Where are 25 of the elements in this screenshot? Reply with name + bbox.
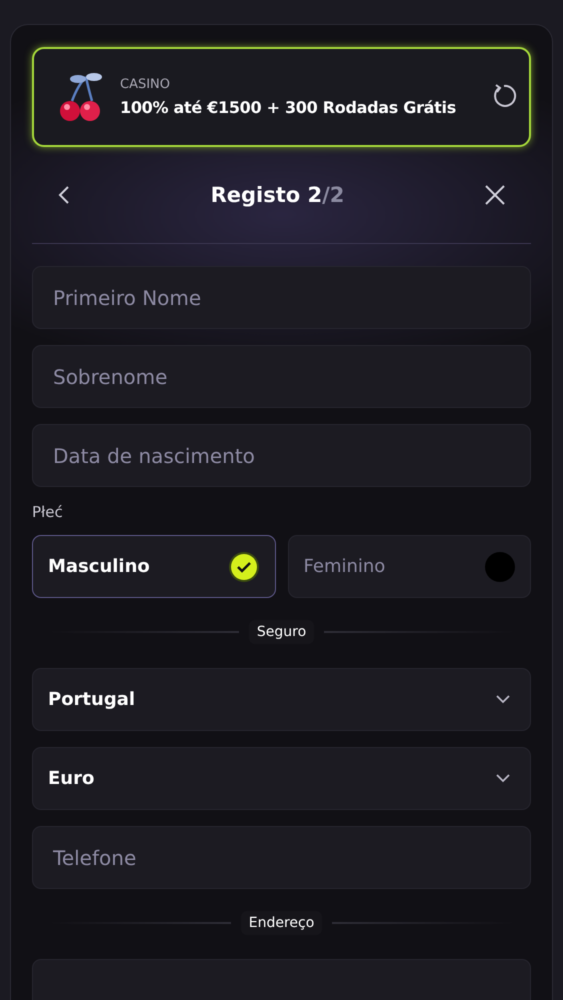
promo-offer: 100% até €1500 + 300 Rodadas Grátis — [120, 98, 457, 117]
radio-icon — [485, 552, 515, 582]
input-field[interactable]: Telefone — [32, 826, 531, 889]
refresh-icon[interactable] — [491, 83, 517, 109]
input-field[interactable]: Data de nascimento — [32, 424, 531, 487]
close-button[interactable] — [485, 185, 505, 205]
close-icon — [485, 185, 505, 205]
select-field[interactable]: Portugal — [32, 668, 531, 731]
check-circle-icon — [228, 550, 260, 582]
chevron-down-icon — [496, 774, 510, 783]
select-field[interactable]: Euro — [32, 747, 531, 810]
gender-option[interactable]: Feminino — [288, 535, 531, 598]
cherries-icon — [58, 71, 104, 123]
gender-option[interactable]: Masculino — [32, 535, 276, 598]
input-field[interactable]: Sobrenome — [32, 345, 531, 408]
section-title: Endereço — [240, 911, 322, 935]
input-field[interactable]: Primeiro Nome — [32, 266, 531, 329]
modal-title: Registo 2/2 — [210, 183, 344, 207]
chevron-left-icon — [58, 185, 70, 205]
gender-label: Płeć — [32, 503, 64, 521]
section-title: Seguro — [248, 620, 314, 644]
promo-banner[interactable]: CASINO 100% até €1500 + 300 Rodadas Grátis — [32, 47, 531, 147]
back-button[interactable] — [58, 185, 70, 205]
promo-category: CASINO — [120, 77, 172, 92]
chevron-down-icon — [496, 695, 510, 704]
